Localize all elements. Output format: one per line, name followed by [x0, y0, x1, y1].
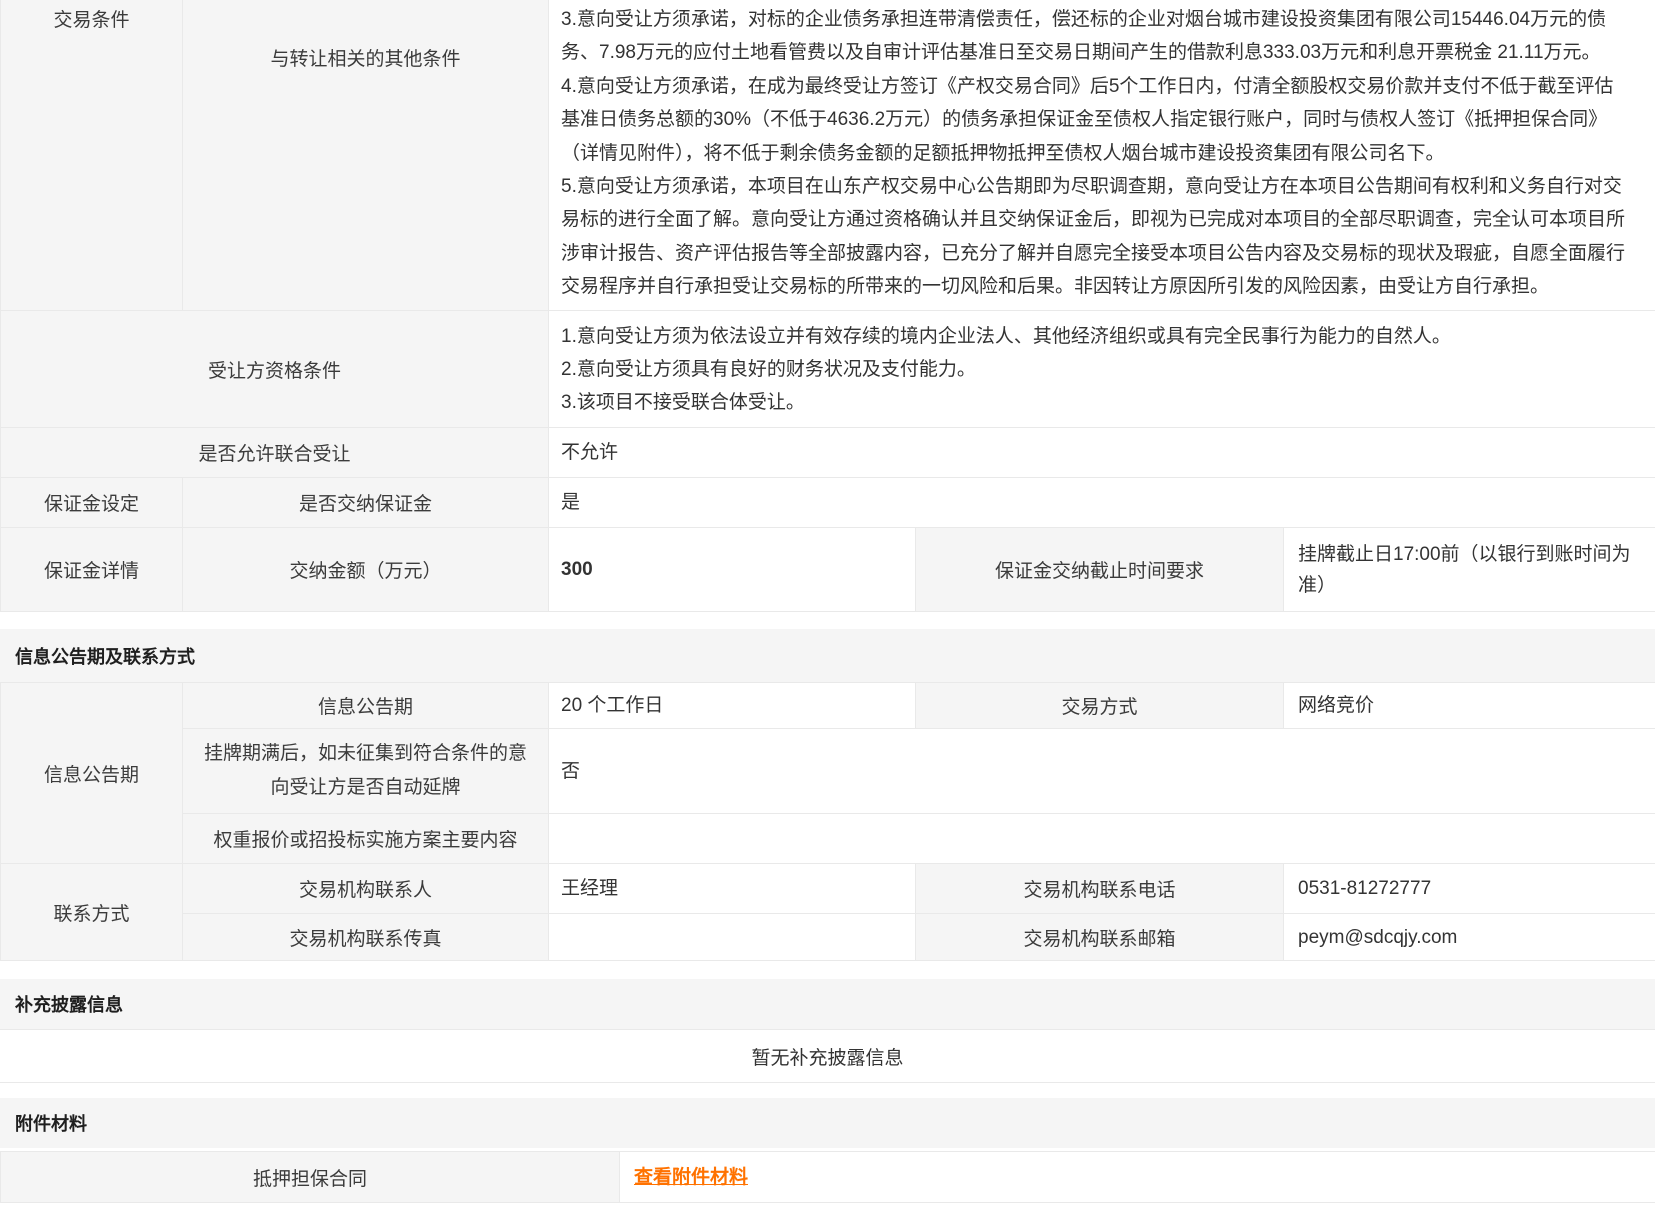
label-pay-deposit: 是否交纳保证金 [183, 478, 549, 528]
label-contact-phone: 交易机构联系电话 [916, 864, 1284, 914]
value-joint-transfer-allowed: 不允许 [549, 428, 1655, 478]
group-label-deposit-setting: 保证金设定 [1, 478, 183, 528]
label-transferee-qualification: 受让方资格条件 [1, 311, 549, 428]
attachment-link-cell: 查看附件材料 [620, 1152, 1655, 1203]
label-announcement-period: 信息公告期 [183, 683, 549, 729]
attachments-table: 抵押担保合同 查看附件材料 [0, 1151, 1655, 1203]
section-header-attachments: 附件材料 [0, 1098, 1655, 1148]
value-trade-method: 网络竞价 [1284, 683, 1655, 729]
group-label-contact: 联系方式 [1, 864, 183, 961]
section-header-supplement-disclosure: 补充披露信息 [0, 979, 1655, 1029]
value-announcement-period: 20 个工作日 [549, 683, 916, 729]
value-contact-email: peym@sdcqjy.com [1284, 914, 1655, 961]
announcement-contact-table: 信息公告期 信息公告期 20 个工作日 交易方式 网络竞价 挂牌期满后，如未征集… [0, 682, 1655, 961]
value-contact-fax [549, 914, 916, 961]
label-contact-email: 交易机构联系邮箱 [916, 914, 1284, 961]
supplement-empty-text: 暂无补充披露信息 [0, 1029, 1655, 1083]
value-transferee-qualification: 1.意向受让方须为依法设立并有效存续的境内企业法人、其他经济组织或具有完全民事行… [549, 311, 1655, 428]
transaction-conditions-table: 交易条件 与转让相关的其他条件 3.意向受让方须承诺，对标的企业债务承担连带清偿… [0, 0, 1655, 612]
section-header-announcement-contact: 信息公告期及联系方式 [0, 629, 1655, 682]
value-auto-extension: 否 [549, 729, 1655, 814]
value-deposit-deadline: 挂牌截止日17:00前（以银行到账时间为准） [1284, 528, 1655, 612]
view-attachment-link[interactable]: 查看附件材料 [634, 1162, 748, 1193]
listing-detail-page: 交易条件 与转让相关的其他条件 3.意向受让方须承诺，对标的企业债务承担连带清偿… [0, 0, 1655, 1209]
label-mortgage-guarantee-contract: 抵押担保合同 [1, 1152, 620, 1203]
group-label-announcement-period: 信息公告期 [1, 683, 183, 864]
value-contact-person: 王经理 [549, 864, 916, 914]
value-pay-deposit: 是 [549, 478, 1655, 528]
group-label-deal-conditions: 交易条件 [1, 0, 183, 311]
label-weight-bid-plan: 权重报价或招投标实施方案主要内容 [183, 814, 549, 864]
value-weight-bid-plan [549, 814, 1655, 864]
value-other-transfer-conditions: 3.意向受让方须承诺，对标的企业债务承担连带清偿责任，偿还标的企业对烟台城市建设… [549, 0, 1655, 311]
label-joint-transfer-allowed: 是否允许联合受让 [1, 428, 549, 478]
label-other-transfer-conditions: 与转让相关的其他条件 [183, 0, 549, 311]
label-trade-method: 交易方式 [916, 683, 1284, 729]
group-label-deposit-detail: 保证金详情 [1, 528, 183, 612]
value-deposit-amount: 300 [549, 528, 916, 612]
value-contact-phone: 0531-81272777 [1284, 864, 1655, 914]
label-contact-person: 交易机构联系人 [183, 864, 549, 914]
label-auto-extension: 挂牌期满后，如未征集到符合条件的意向受让方是否自动延牌 [183, 729, 549, 814]
label-deposit-deadline: 保证金交纳截止时间要求 [916, 528, 1284, 612]
label-deposit-amount: 交纳金额（万元） [183, 528, 549, 612]
label-contact-fax: 交易机构联系传真 [183, 914, 549, 961]
